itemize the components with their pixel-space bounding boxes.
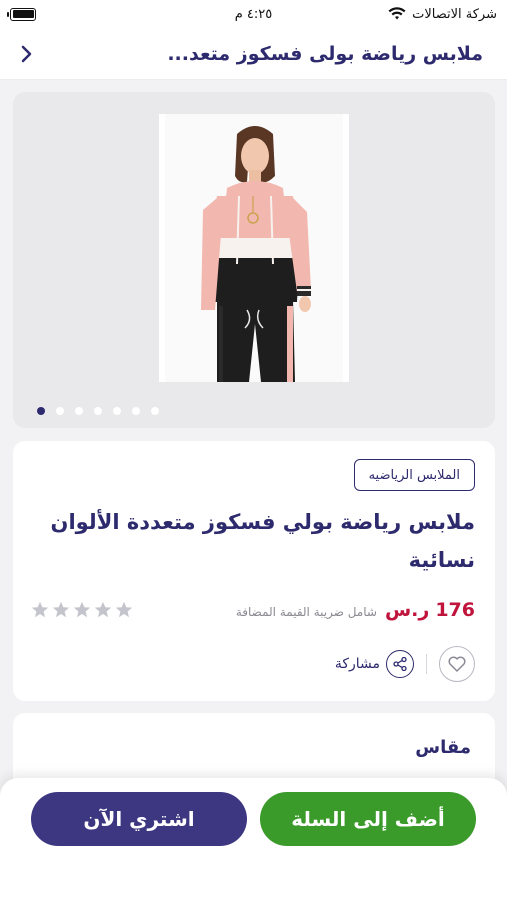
buy-now-button[interactable]: اشتري الآن — [31, 792, 247, 846]
product-info-card: الملابس الرياضيه ملابس رياضة بولي فسكوز … — [13, 441, 495, 701]
heart-icon — [448, 656, 466, 672]
price-row: 176 ر.س شامل ضريبة القيمة المضافة — [236, 599, 475, 621]
gallery-dot[interactable] — [56, 407, 64, 415]
wifi-icon — [388, 7, 406, 20]
size-title: مقاس — [415, 737, 471, 758]
gallery-dot[interactable] — [113, 407, 121, 415]
product-actions: مشاركة — [335, 646, 475, 682]
chevron-back-icon — [21, 45, 32, 62]
add-to-cart-button[interactable]: أضف إلى السلة — [260, 792, 476, 846]
share-icon — [386, 650, 414, 678]
gallery-dot[interactable] — [37, 407, 45, 415]
gallery-dot[interactable] — [94, 407, 102, 415]
star-icon — [52, 601, 70, 618]
battery-group — [7, 7, 36, 21]
product-screen: شركة الاتصالات ٤:٢٥ م ملابس رياضة بولى ف… — [0, 0, 507, 900]
product-title: ملابس رياضة بولي فسكوز متعددة الألوان نس… — [50, 510, 475, 572]
category-badge[interactable]: الملابس الرياضيه — [353, 459, 475, 491]
product-photo[interactable] — [159, 114, 349, 382]
share-label: مشاركة — [334, 656, 380, 672]
star-icon — [31, 601, 49, 618]
star-icon — [94, 601, 112, 618]
star-icon — [115, 601, 133, 618]
gallery-dot[interactable] — [75, 407, 83, 415]
product-image-gallery[interactable] — [13, 92, 495, 428]
status-carrier-group: شركة الاتصالات — [388, 7, 497, 22]
carrier-name: شركة الاتصالات — [412, 6, 497, 22]
share-button[interactable]: مشاركة — [335, 650, 414, 678]
star-icon — [73, 601, 91, 618]
price-currency: ر.س — [384, 599, 430, 621]
gallery-dot[interactable] — [132, 407, 140, 415]
top-nav-bar: ملابس رياضة بولى فسكوز متعد... — [0, 28, 507, 80]
rating-stars — [31, 601, 133, 619]
price-value: 176 — [435, 599, 475, 621]
status-time: ٤:٢٥ م — [234, 6, 273, 22]
favorite-button[interactable] — [439, 646, 475, 682]
action-divider — [426, 654, 427, 674]
back-button[interactable] — [14, 42, 38, 66]
status-bar: شركة الاتصالات ٤:٢٥ م — [0, 0, 507, 28]
battery-icon — [7, 7, 36, 21]
gallery-pagination — [37, 407, 159, 415]
vat-note: شامل ضريبة القيمة المضافة — [235, 605, 377, 619]
model-illustration — [165, 114, 343, 382]
bottom-action-bar: أضف إلى السلة اشتري الآن — [0, 778, 507, 900]
gallery-dot[interactable] — [151, 407, 159, 415]
page-title: ملابس رياضة بولى فسكوز متعد... — [167, 42, 483, 65]
